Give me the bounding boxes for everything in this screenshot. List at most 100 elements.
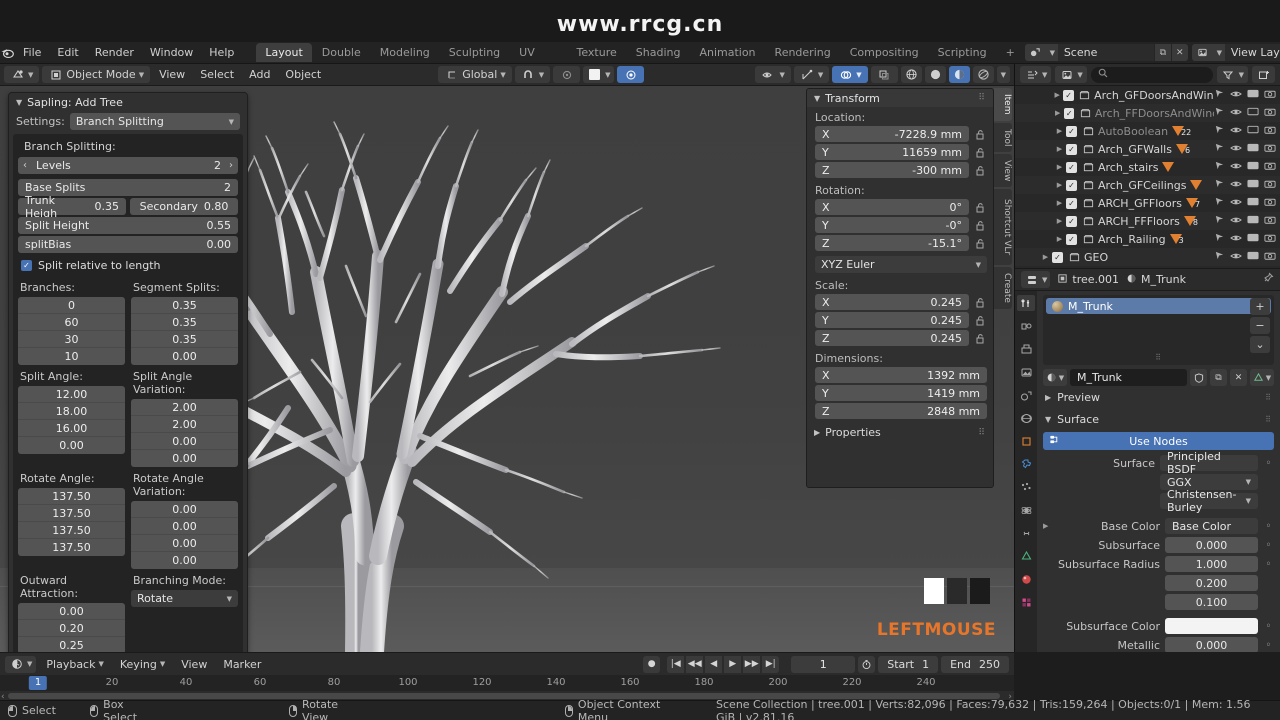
- disable-in-viewport-monitor-icon[interactable]: [1247, 107, 1259, 120]
- modifier-badge[interactable]: 8: [1183, 216, 1198, 227]
- blender-logo-icon[interactable]: [0, 42, 15, 64]
- breadcrumb-object[interactable]: tree.001: [1057, 273, 1119, 287]
- stopwatch-icon[interactable]: [858, 655, 876, 673]
- disable-in-render-camera-icon[interactable]: [1264, 107, 1276, 120]
- visibility-checkbox[interactable]: ✓: [1066, 143, 1077, 155]
- sidebar-tab-tool[interactable]: Tool: [994, 122, 1012, 152]
- disable-in-render-camera-icon[interactable]: [1264, 125, 1276, 138]
- material-slot-specials-button[interactable]: ⌄: [1250, 336, 1270, 353]
- location-z-field[interactable]: Z -300 mm: [815, 162, 969, 178]
- subsurface-radius-field-0[interactable]: 1.000: [1165, 556, 1258, 572]
- properties-tab-texture[interactable]: [1017, 594, 1035, 610]
- shading-wireframe-button[interactable]: [900, 66, 922, 83]
- properties-editor[interactable]: ▼ tree.001 M_Trunk M_Trunk ⠿ + − ⌄ ▼ M_T…: [1014, 268, 1280, 652]
- lock-location-z-icon[interactable]: [973, 163, 987, 177]
- lock-scale-y-icon[interactable]: [973, 313, 987, 327]
- operator-panel-header[interactable]: ▼ Sapling: Add Tree: [9, 93, 247, 111]
- new-material-icon[interactable]: ⧉: [1210, 369, 1227, 386]
- viewlayer-dropdown-caret[interactable]: ▼: [1213, 44, 1225, 61]
- timeline-editor-icon[interactable]: ▼: [5, 655, 37, 673]
- base-color-field[interactable]: Base Color: [1165, 518, 1258, 534]
- subsurface-method-dropdown[interactable]: Christensen-Burley ▼: [1160, 488, 1258, 514]
- lock-rotation-x-icon[interactable]: [973, 200, 987, 214]
- visibility-checkbox[interactable]: ✓: [1066, 179, 1077, 191]
- hide-in-viewport-eye-icon[interactable]: [1230, 179, 1242, 192]
- dimensions-y-row[interactable]: Y 1419 mm: [807, 385, 993, 403]
- scene-close-icon[interactable]: ✕: [1170, 44, 1188, 61]
- properties-tab-output[interactable]: [1017, 341, 1035, 357]
- disable-in-render-camera-icon[interactable]: [1264, 197, 1276, 210]
- visibility-checkbox[interactable]: ✓: [1066, 215, 1077, 227]
- segment-splits-value-0[interactable]: 0.35: [131, 297, 238, 314]
- hide-in-viewport-eye-icon[interactable]: [1230, 143, 1242, 156]
- dimensions-z-row[interactable]: Z 2848 mm: [807, 403, 993, 421]
- lock-rotation-y-icon[interactable]: [973, 218, 987, 232]
- disable-in-render-camera-icon[interactable]: [1264, 161, 1276, 174]
- scene-selector[interactable]: ▼ Scene ⧉ ✕: [1024, 44, 1188, 61]
- split-angle-variation-value-3[interactable]: 0.00: [131, 450, 238, 467]
- viewport-menu-add[interactable]: Add: [243, 66, 276, 83]
- jump-to-start-button[interactable]: |◀: [667, 655, 685, 673]
- tab-double[interactable]: Double: [313, 43, 370, 62]
- scale-y-row[interactable]: Y 0.245: [807, 312, 993, 330]
- hide-in-viewport-eye-icon[interactable]: [1230, 89, 1242, 102]
- dimensions-x-field[interactable]: X 1392 mm: [815, 367, 987, 383]
- fake-user-icon[interactable]: [1190, 369, 1207, 386]
- subsurface-color-link-dot-icon[interactable]: ◦: [1263, 621, 1274, 632]
- outliner-search-input[interactable]: [1090, 66, 1213, 83]
- lock-scale-x-icon[interactable]: [973, 295, 987, 309]
- xray-icon[interactable]: [870, 66, 898, 83]
- metallic-field[interactable]: 0.000: [1165, 637, 1258, 652]
- disable-in-viewport-monitor-icon[interactable]: [1247, 197, 1259, 210]
- outliner-display-icon[interactable]: ▼: [1020, 66, 1052, 83]
- snap-magnet-icon[interactable]: ▼: [514, 66, 551, 83]
- branches-value-1[interactable]: 60: [18, 314, 125, 331]
- expand-arrow-icon[interactable]: ▶: [1039, 253, 1052, 261]
- outward-attraction-value-1[interactable]: 0.20: [18, 620, 125, 637]
- rotate-angle-variation-stack[interactable]: 0.00 0.00 0.00 0.00: [131, 501, 238, 569]
- selectable-arrow-icon[interactable]: [1214, 88, 1225, 102]
- expand-arrow-icon[interactable]: ▶: [1051, 91, 1063, 99]
- expand-arrow-icon[interactable]: ▶: [1051, 109, 1063, 117]
- expand-arrow-icon[interactable]: ▶: [1053, 235, 1066, 243]
- branches-stack[interactable]: 0 60 30 10: [18, 297, 125, 365]
- tab-sculpting[interactable]: Sculpting: [440, 43, 509, 62]
- dimensions-z-field[interactable]: Z 2848 mm: [815, 403, 987, 419]
- disable-in-render-camera-icon[interactable]: [1264, 179, 1276, 192]
- hide-in-viewport-eye-icon[interactable]: [1230, 197, 1242, 210]
- disable-in-render-camera-icon[interactable]: [1264, 251, 1276, 264]
- expand-arrow-icon[interactable]: ▶: [1053, 217, 1066, 225]
- segment-splits-value-2[interactable]: 0.35: [131, 331, 238, 348]
- outliner-row[interactable]: ▶ ✓ Arch_Railing 3: [1015, 230, 1280, 248]
- hide-in-viewport-eye-icon[interactable]: [1230, 251, 1242, 264]
- disable-in-render-camera-icon[interactable]: [1264, 89, 1276, 102]
- split-height-field[interactable]: Split Height 0.55: [18, 217, 238, 234]
- new-collection-icon[interactable]: [1252, 66, 1275, 83]
- outliner-row[interactable]: ▶ ✓ AutoBoolean 22: [1015, 122, 1280, 140]
- proportional-editing-toggle[interactable]: [617, 66, 645, 83]
- material-type-icon[interactable]: ▼: [1250, 369, 1274, 386]
- view-layer-name[interactable]: View Layer: [1224, 44, 1280, 61]
- object-mode-selector[interactable]: Object Mode ▼: [42, 66, 151, 83]
- visibility-checkbox[interactable]: ✓: [1066, 233, 1077, 245]
- subsurface-color-swatch[interactable]: [1165, 618, 1258, 634]
- visibility-checkbox[interactable]: ✓: [1063, 89, 1074, 101]
- properties-tab-object[interactable]: [1017, 433, 1035, 449]
- timeline-menu-playback[interactable]: Playback ▼: [40, 656, 109, 673]
- rotate-angle-value-2[interactable]: 137.50: [18, 522, 125, 539]
- disable-in-viewport-monitor-icon[interactable]: [1247, 251, 1259, 264]
- modifier-badge[interactable]: 7: [1186, 198, 1200, 209]
- selectable-arrow-icon[interactable]: [1214, 178, 1225, 192]
- outliner-row[interactable]: ▶ ✓ Arch_GFDoorsAndWind: [1015, 86, 1280, 104]
- outliner-row[interactable]: ▶ ✓ GEO: [1015, 248, 1280, 266]
- browse-material-icon[interactable]: ▼: [1043, 369, 1067, 386]
- properties-accordion[interactable]: ▶ Properties ⠿: [807, 421, 993, 441]
- material-name-input[interactable]: M_Trunk: [1070, 369, 1187, 386]
- lock-location-y-icon[interactable]: [973, 145, 987, 159]
- menu-help[interactable]: Help: [201, 44, 242, 62]
- outliner-row[interactable]: ▶ ✓ Arch_stairs: [1015, 158, 1280, 176]
- expand-arrow-icon[interactable]: ▶: [1053, 181, 1066, 189]
- rotate-angle-variation-value-3[interactable]: 0.00: [131, 552, 238, 569]
- record-keyframes-button[interactable]: ●: [643, 655, 661, 673]
- scene-dropdown-caret[interactable]: ▼: [1046, 44, 1058, 61]
